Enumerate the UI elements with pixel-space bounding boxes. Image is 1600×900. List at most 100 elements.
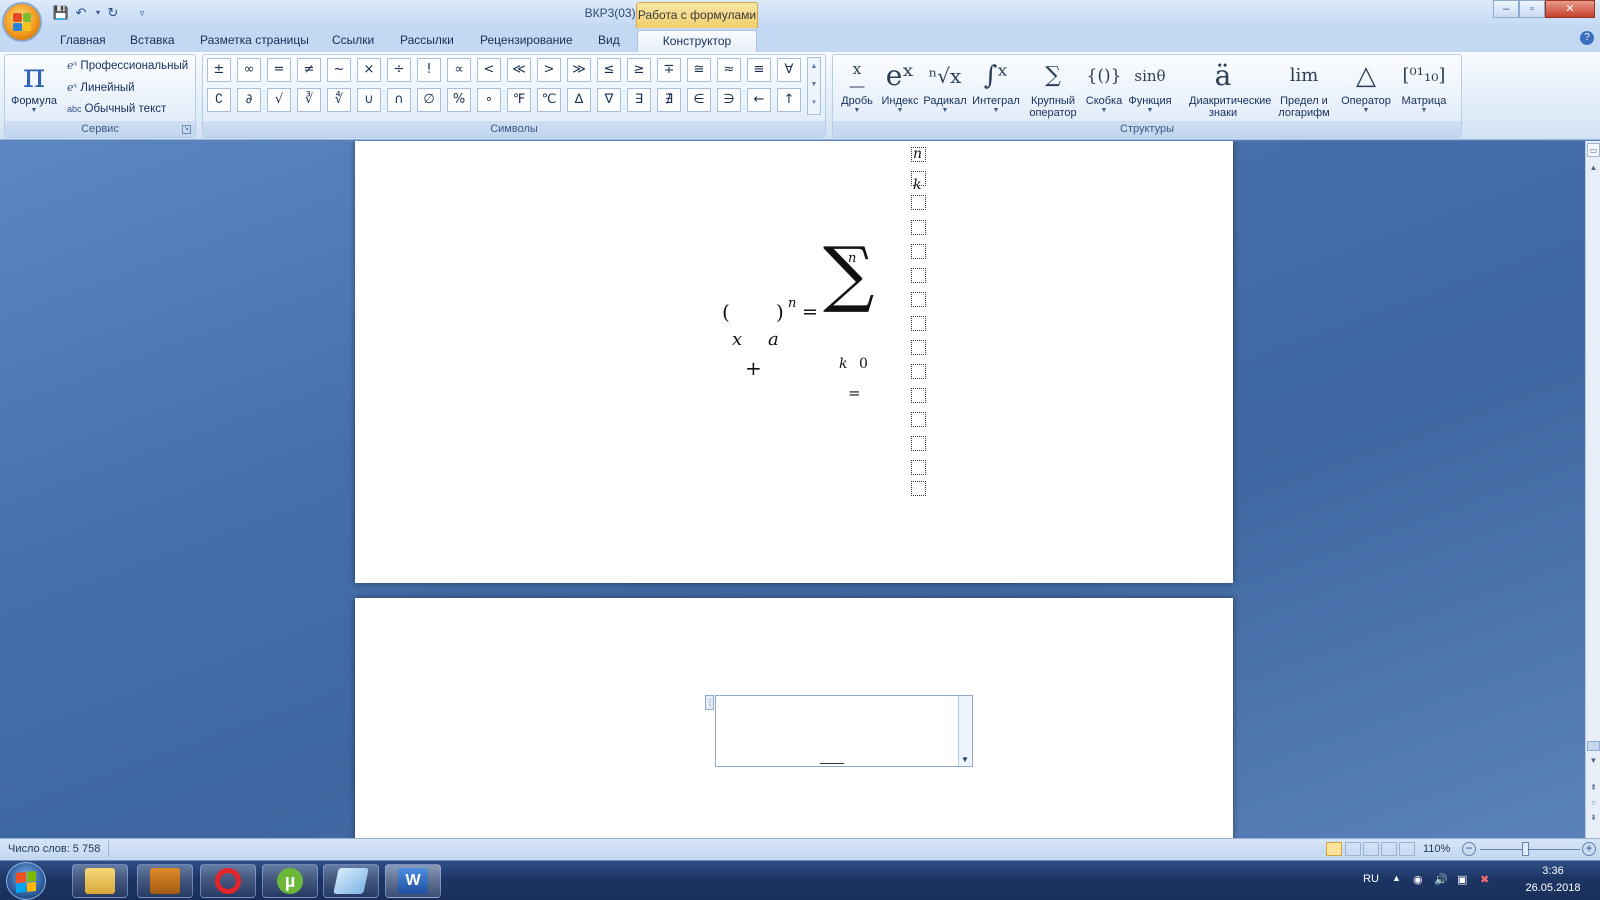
taskbar-word[interactable]: W — [385, 864, 441, 898]
help-icon[interactable]: ? — [1580, 31, 1594, 45]
eq-index-k[interactable]: k — [839, 356, 847, 372]
equation-placeholder-box[interactable] — [911, 481, 926, 496]
symbol-button[interactable]: ~ — [327, 58, 351, 82]
zoom-out-icon[interactable]: − — [1462, 842, 1476, 856]
symbol-button[interactable]: ≤ — [597, 58, 621, 82]
plain-text-button[interactable]: abc Обычный текст — [67, 103, 166, 115]
equation-input-box[interactable]: ▼ — [715, 695, 973, 767]
symbol-button[interactable]: × — [357, 58, 381, 82]
equation-handle-icon[interactable]: ⋮ — [705, 695, 714, 710]
symbol-button[interactable]: ∄ — [657, 88, 681, 112]
equation-placeholder-box[interactable] — [911, 171, 926, 186]
symbol-button[interactable]: ≈ — [717, 58, 741, 82]
symbol-button[interactable]: ∞ — [237, 58, 261, 82]
scroll-down-icon[interactable]: ▼ — [1587, 754, 1600, 768]
tab-references[interactable]: Ссылки — [320, 30, 386, 52]
symbol-button[interactable]: ∁ — [207, 88, 231, 112]
start-button[interactable] — [6, 862, 46, 900]
outline-view-icon[interactable] — [1381, 842, 1397, 856]
equation-placeholder-box[interactable] — [911, 147, 926, 162]
equation-placeholder-box[interactable] — [911, 364, 926, 379]
eq-var-x[interactable]: x — [732, 329, 742, 350]
symbol-button[interactable]: ℃ — [537, 88, 561, 112]
tab-insert[interactable]: Вставка — [118, 30, 187, 52]
next-page-icon[interactable]: ⇟ — [1587, 811, 1600, 825]
tab-design[interactable]: Конструктор — [637, 30, 757, 52]
tray-app-icon[interactable]: ◉ — [1413, 873, 1423, 886]
symbol-button[interactable]: ∅ — [417, 88, 441, 112]
operator-button[interactable]: △ Оператор ▼ — [1337, 57, 1395, 123]
symbol-button[interactable]: ≅ — [687, 58, 711, 82]
vertical-scrollbar[interactable]: ▭ ▲ ▼ ⇞ ○ ⇟ — [1585, 141, 1600, 838]
equation-placeholder-box[interactable] — [911, 195, 926, 210]
equation-placeholder-box[interactable] — [911, 460, 926, 475]
symbol-button[interactable]: > — [537, 58, 561, 82]
integral-button[interactable]: ∫ˣ Интеграл ▼ — [969, 57, 1023, 123]
symbol-button[interactable]: ≠ — [297, 58, 321, 82]
dialog-launcher-icon[interactable]: ↘ — [182, 125, 191, 134]
large-operator-button[interactable]: ∑ Крупный оператор — [1023, 57, 1083, 123]
tab-review[interactable]: Рецензирование — [468, 30, 585, 52]
symbol-button[interactable]: ∂ — [237, 88, 261, 112]
bracket-button[interactable]: {()} Скобка ▼ — [1083, 57, 1125, 123]
zoom-slider-thumb[interactable] — [1522, 842, 1529, 856]
equation-placeholder-box[interactable] — [911, 268, 926, 283]
zoom-slider[interactable] — [1480, 849, 1580, 850]
accent-button[interactable]: ä Диакритические знаки — [1175, 57, 1271, 123]
equation-placeholder-box[interactable] — [911, 316, 926, 331]
taskbar-app-2[interactable] — [137, 864, 193, 898]
scroll-thumb[interactable] — [1587, 741, 1600, 751]
minimize-button[interactable]: ‒ — [1493, 0, 1519, 18]
eq-equals[interactable]: = — [802, 301, 818, 323]
scroll-up-icon[interactable]: ▲ — [1587, 161, 1600, 175]
clock-date[interactable]: 26.05.2018 — [1515, 882, 1591, 894]
page-1[interactable]: ( ) n = ∑ n x a + k 0 = n k — [355, 141, 1233, 583]
show-hidden-icons-icon[interactable]: ▲ — [1392, 873, 1401, 883]
tab-mailings[interactable]: Рассылки — [388, 30, 466, 52]
symbol-button[interactable]: ∇ — [597, 88, 621, 112]
professional-format-button[interactable]: eˣ Профессиональный — [67, 59, 188, 72]
tab-page-layout[interactable]: Разметка страницы — [188, 30, 321, 52]
network-icon[interactable]: ✖ — [1480, 873, 1489, 886]
tab-view[interactable]: Вид — [586, 30, 632, 52]
symbol-button[interactable]: ← — [747, 88, 771, 112]
clock-time[interactable]: 3:36 — [1515, 865, 1591, 877]
symbol-button[interactable]: ∘ — [477, 88, 501, 112]
symbol-button[interactable]: ≫ — [567, 58, 591, 82]
symbol-button[interactable]: √ — [267, 88, 291, 112]
symbol-button[interactable]: ≪ — [507, 58, 531, 82]
symbol-button[interactable]: ÷ — [387, 58, 411, 82]
matrix-button[interactable]: [⁰¹₁₀] Матрица ▼ — [1395, 57, 1453, 123]
eq-plus[interactable]: + — [745, 356, 762, 380]
ruler-toggle-icon[interactable]: ▭ — [1587, 143, 1600, 157]
equation-placeholder-box[interactable] — [911, 244, 926, 259]
function-button[interactable]: sinθ Функция ▼ — [1125, 57, 1175, 123]
taskbar-explorer[interactable] — [72, 864, 128, 898]
symbol-button[interactable]: ∃ — [627, 88, 651, 112]
symbol-button[interactable]: ∪ — [357, 88, 381, 112]
symbol-button[interactable]: ± — [207, 58, 231, 82]
equation-placeholder-box[interactable] — [911, 220, 926, 235]
office-button[interactable] — [2, 2, 42, 42]
symbol-button[interactable]: ≡ — [747, 58, 771, 82]
fraction-button[interactable]: x ― Дробь ▼ — [835, 57, 879, 123]
symbol-button[interactable]: ≥ — [627, 58, 651, 82]
equation-options-bar[interactable]: ▼ — [958, 696, 972, 766]
taskbar-utorrent[interactable]: µ — [262, 864, 318, 898]
linear-format-button[interactable]: eˣ Линейный — [67, 81, 135, 94]
volume-icon[interactable]: 🔊 — [1434, 873, 1448, 886]
eq-index-equals[interactable]: = — [848, 384, 861, 402]
zoom-level[interactable]: 110% — [1423, 843, 1450, 855]
previous-page-icon[interactable]: ⇞ — [1587, 781, 1600, 795]
equation-placeholder-box[interactable] — [911, 340, 926, 355]
symbol-button[interactable]: < — [477, 58, 501, 82]
taskbar-opera[interactable] — [200, 864, 256, 898]
eq-index-zero[interactable]: 0 — [859, 356, 868, 372]
equation-placeholder-box[interactable] — [911, 388, 926, 403]
tab-home[interactable]: Главная — [48, 30, 118, 52]
symbol-button[interactable]: ∝ — [447, 58, 471, 82]
word-count[interactable]: Число слов: 5 758 — [8, 843, 100, 855]
draft-view-icon[interactable] — [1399, 842, 1415, 856]
chevron-down-icon[interactable]: ▼ — [961, 755, 969, 764]
equation-placeholder-box[interactable] — [911, 436, 926, 451]
